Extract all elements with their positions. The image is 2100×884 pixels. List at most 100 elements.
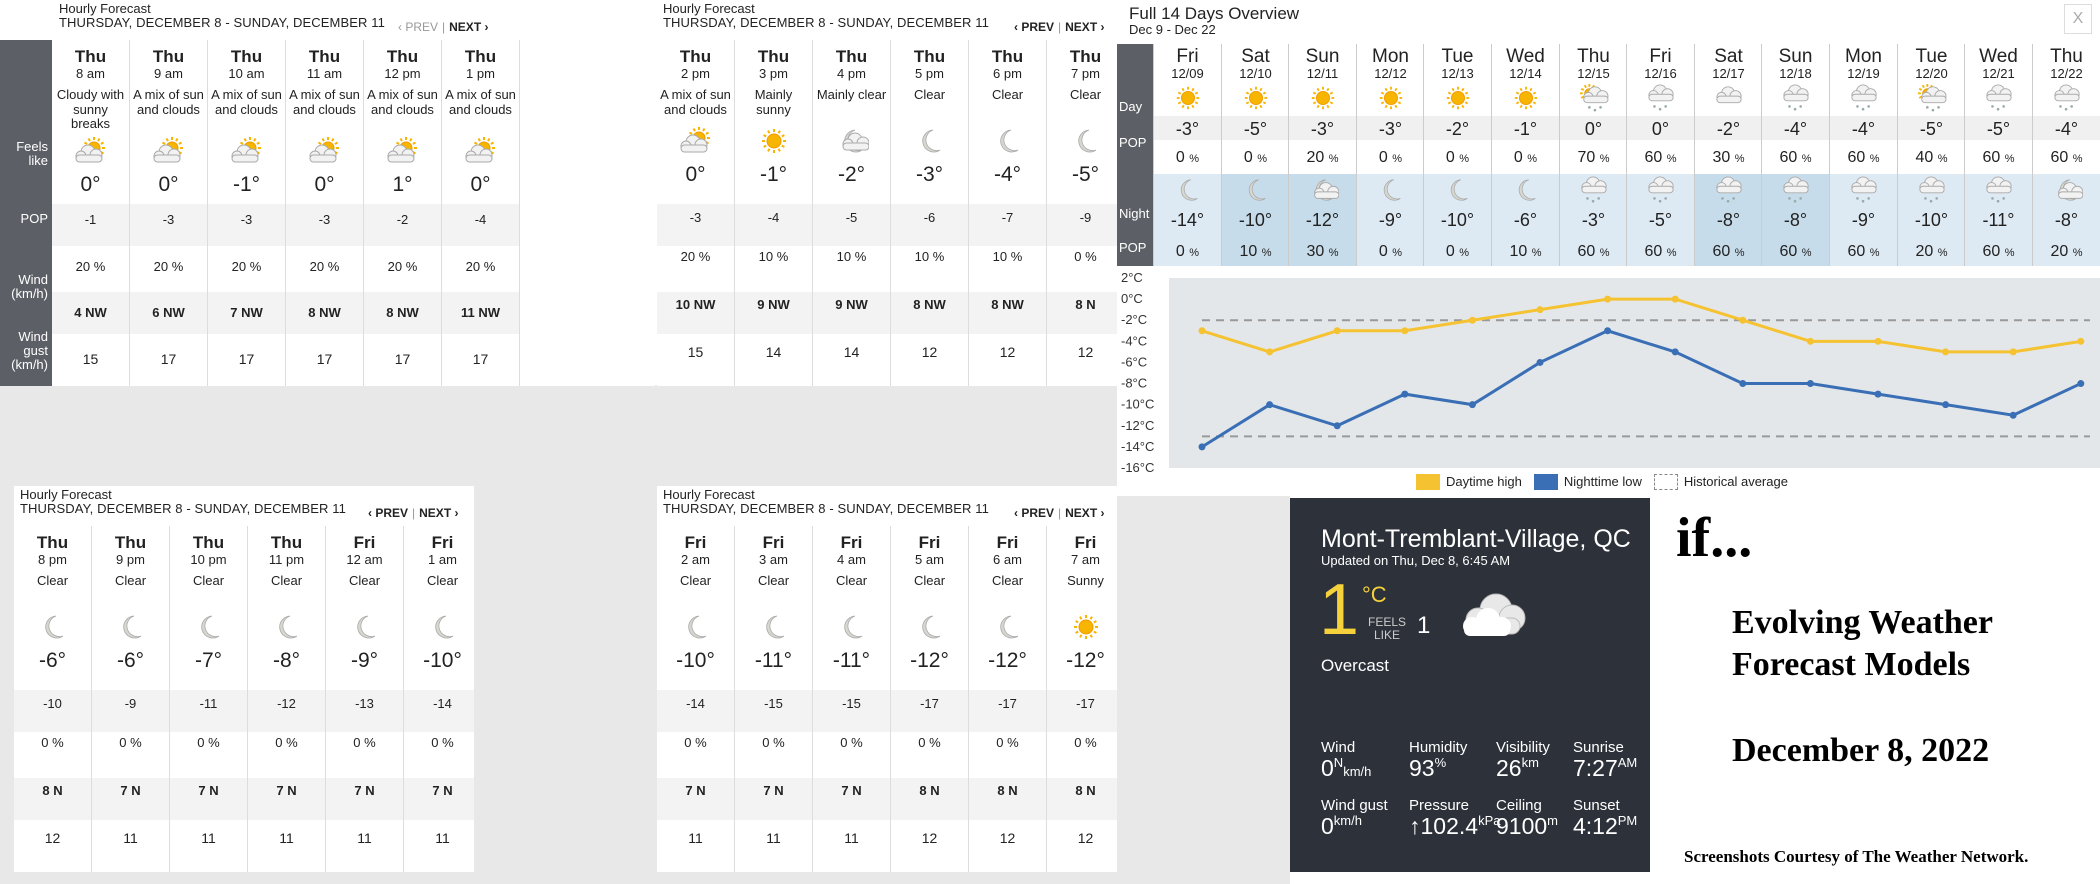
humidity-label: Humidity <box>1409 739 1468 756</box>
hourly-title: Hourly Forecast <box>663 487 755 502</box>
overview-day-column[interactable]: Wed 12/14 -1° 0 % -6° 10 % <box>1491 44 1559 266</box>
overview-day-column[interactable]: Tue 12/13 -2° 0 % -10° 0 % <box>1423 44 1491 266</box>
prev-button[interactable]: ‹ PREV <box>398 20 438 34</box>
overview-day-column[interactable]: Wed 12/21 -5° 60 % -11° 60 % <box>1964 44 2032 266</box>
sun-snow-icon <box>1578 84 1610 112</box>
hour-temp: 0° <box>158 173 179 196</box>
overview-day-pop: 40 % <box>1898 149 1965 168</box>
overview-day-column[interactable]: Tue 12/20 -5° 40 % -10° 20 % <box>1897 44 1965 266</box>
overview-day-column[interactable]: Thu 12/22 -4° 60 % -8° 20 % <box>2032 44 2100 266</box>
pop-label: POP <box>20 211 48 226</box>
overview-low: -8° <box>2054 210 2079 230</box>
overview-date: 12/11 <box>1306 66 1339 81</box>
overview-day-column[interactable]: Mon 12/19 -4° 60 % -9° 60 % <box>1829 44 1897 266</box>
overview-day-name: Tue <box>1915 46 1948 67</box>
overview-night-pop-value: 60 <box>1712 243 1731 260</box>
overview-day-column[interactable]: Fri 12/09 -3° 0 % -14° 0 % <box>1153 44 1221 266</box>
snow-cloud-icon <box>1780 84 1812 112</box>
overview-day-column[interactable]: Fri 12/16 0° 60 % -5° 60 % <box>1626 44 1694 266</box>
hour-wind-speed: 7 <box>198 783 206 798</box>
day-label: Day <box>1119 99 1143 114</box>
hour-time: 1 pm <box>466 66 495 81</box>
hour-column: Thu 12 pm A mix of sun and clouds 1° -2 … <box>364 40 442 386</box>
next-button[interactable]: NEXT › <box>1065 20 1104 34</box>
overview-night-pop: 0 % <box>1357 243 1424 262</box>
hour-condition: Clear <box>1069 87 1102 102</box>
overview-night-pop: 10 % <box>1222 243 1289 262</box>
hour-day: Fri <box>762 533 785 552</box>
hour-pop: 0 % <box>119 735 142 750</box>
overview-night-pop-value: 10 <box>1239 243 1258 260</box>
hour-column: Thu 9 pm Clear -6° -9 0 % 7 N 11 <box>92 526 170 872</box>
hour-wind-speed: 7 <box>432 783 440 798</box>
hour-column: Thu 1 pm A mix of sun and clouds 0° -4 2… <box>442 40 520 386</box>
pct-unit: % <box>1459 247 1470 259</box>
prev-button[interactable]: ‹ PREV <box>368 506 408 520</box>
overview-day-column[interactable]: Sun 12/11 -3° 20 % -12° 30 % <box>1288 44 1356 266</box>
hour-wind: 7 N <box>248 784 325 798</box>
snow-cloud-icon <box>2051 84 2083 112</box>
hour-gust: 12 <box>999 830 1016 846</box>
overview-day-name: Thu <box>2050 46 2083 67</box>
pct-unit: % <box>1734 247 1745 259</box>
overview-night-pop-value: 0 <box>1175 243 1185 260</box>
overview-high: -5° <box>1919 119 1944 139</box>
hour-gust: 15 <box>687 344 704 360</box>
overview-day-pop-value: 0 <box>1513 149 1523 166</box>
overview-low: -8° <box>1783 210 1808 230</box>
overview-night-pop: 60 % <box>1695 243 1762 262</box>
hour-time: 5 am <box>915 552 944 567</box>
hour-column: Fri 1 am Clear -10° -14 0 % 7 N 11 <box>404 526 474 872</box>
overview-date: 12/10 <box>1239 66 1272 81</box>
overview-day-column[interactable]: Thu 12/15 0° 70 % -3° 60 % <box>1559 44 1627 266</box>
overview-day-column[interactable]: Mon 12/12 -3° 0 % -9° 0 % <box>1356 44 1424 266</box>
hour-time: 1 am <box>428 552 457 567</box>
humidity-number: 93 <box>1409 755 1435 781</box>
overview-night-pop: 30 % <box>1289 243 1356 262</box>
hour-wind-dir: NW <box>768 297 790 312</box>
hour-wind-dir: NW <box>397 305 419 320</box>
close-button[interactable]: X <box>2064 4 2092 34</box>
hour-pop: 0 % <box>431 735 454 750</box>
moon-icon <box>348 612 382 642</box>
hour-time: 9 pm <box>116 552 145 567</box>
moon-icon <box>192 612 226 642</box>
hour-wind-dir: N <box>696 783 706 798</box>
hour-pop: 0 % <box>1074 249 1097 264</box>
sun-icon <box>1069 612 1103 642</box>
hour-wind-dir: N <box>1008 783 1018 798</box>
hour-column: Fri 12 am Clear -9° -13 0 % 7 N 11 <box>326 526 404 872</box>
daytime-high-point <box>2009 348 2017 356</box>
hour-wind: 8 N <box>891 784 968 798</box>
prev-button[interactable]: ‹ PREV <box>1014 506 1054 520</box>
prev-button[interactable]: ‹ PREV <box>1014 20 1054 34</box>
hour-time: 8 am <box>76 66 105 81</box>
hour-temp: -7° <box>194 649 223 672</box>
hourly-title: Hourly Forecast <box>663 1 755 16</box>
next-button[interactable]: NEXT › <box>419 506 458 520</box>
partly-cloudy-icon <box>679 126 713 156</box>
hour-wind-speed: 8 <box>42 783 50 798</box>
hourly-nav: ‹ PREV | NEXT › <box>1014 20 1104 34</box>
snow-cloud-icon <box>1645 84 1677 112</box>
overview-day-column[interactable]: Sat 12/10 -5° 0 % -10° 10 % <box>1221 44 1289 266</box>
hour-pop: 0 % <box>918 735 941 750</box>
overview-low: -9° <box>1851 210 1876 230</box>
hour-feels: -15 <box>842 696 861 711</box>
overview-low: -10° <box>1440 210 1475 230</box>
hour-wind: 10 NW <box>657 298 734 312</box>
wind-dir: N <box>1333 755 1344 770</box>
overview-high: -2° <box>1445 119 1470 139</box>
next-button[interactable]: NEXT › <box>1065 506 1104 520</box>
overview-day-column[interactable]: Sun 12/18 -4° 60 % -8° 60 % <box>1761 44 1829 266</box>
hour-wind: 7 N <box>170 784 247 798</box>
overview-day-pop-value: 70 <box>1577 149 1596 166</box>
overview-day-column[interactable]: Sat 12/17 -2° 30 % -8° 60 % <box>1694 44 1762 266</box>
moon-icon <box>913 612 947 642</box>
overview-day-pop: 60 % <box>1830 149 1897 168</box>
hour-gust: 12 <box>1077 344 1094 360</box>
hour-column: Thu 4 pm Mainly clear -2° -5 10 % 9 NW 1… <box>813 40 891 386</box>
hour-gust: 12 <box>44 830 61 846</box>
next-button[interactable]: NEXT › <box>449 20 488 34</box>
hour-wind-dir: NW <box>241 305 263 320</box>
